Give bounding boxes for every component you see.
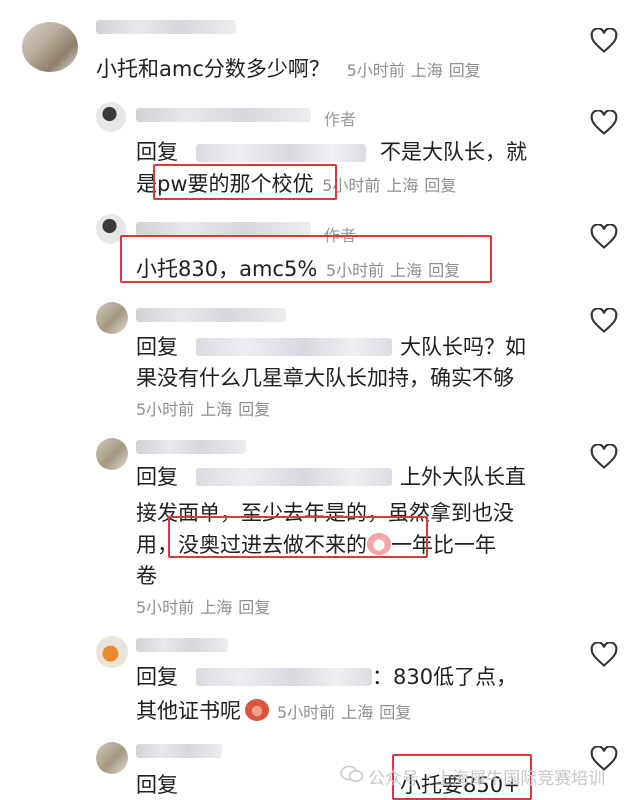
highlight-box (168, 516, 428, 558)
avatar[interactable] (96, 438, 128, 470)
author-badge: 作者 (324, 110, 357, 129)
reply-button[interactable]: 回复 (449, 61, 481, 80)
angry-emoji-icon (245, 699, 269, 721)
comment-body-line2: 果没有什么几星章大队长加持，确实不够 (136, 366, 514, 390)
reply-button[interactable]: 回复 (379, 703, 411, 722)
highlight-box (153, 164, 337, 200)
wechat-icon (340, 765, 364, 782)
reply-prefix: 回复 (136, 140, 178, 164)
comment-body: ：830低了点， (372, 665, 518, 689)
watermark-text: 公众号 · 上海犀牛国际竞赛培训 (368, 769, 606, 789)
comment-time: 5小时前 (136, 400, 195, 419)
comment-time: 5小时前 (277, 703, 336, 722)
comment-time: 5小时前 (136, 598, 195, 617)
reply-target-blurred[interactable] (196, 468, 392, 486)
highlight-box (120, 235, 492, 283)
reply-target-blurred[interactable] (196, 668, 372, 686)
comment-body-line4: 卷 (136, 564, 157, 588)
comment-time: 5小时前 (346, 61, 405, 80)
username-blurred[interactable] (136, 638, 228, 652)
username-blurred[interactable] (136, 744, 222, 758)
username-blurred[interactable] (136, 440, 246, 454)
reply-button[interactable]: 回复 (238, 598, 270, 617)
comment-location: 上海 (341, 703, 374, 722)
heart-outline-icon[interactable] (590, 444, 618, 470)
username-blurred[interactable] (136, 222, 311, 236)
reply-prefix: 回复 (136, 665, 178, 689)
comment-body: 不是大队长，就 (380, 140, 527, 164)
avatar[interactable] (22, 22, 78, 72)
reply-button[interactable]: 回复 (424, 176, 456, 195)
reply-button[interactable]: 回复 (238, 400, 270, 419)
heart-outline-icon[interactable] (590, 224, 618, 250)
reply-line: 回复 (136, 137, 178, 167)
comment-body-line2: 其他证书呢 5小时前 上海 回复 (136, 696, 417, 728)
comment-body: 大队长吗？如 (400, 335, 526, 359)
comment-body: 小托和amc分数多少啊？ (96, 57, 330, 81)
heart-outline-icon[interactable] (590, 28, 618, 54)
comment-location: 上海 (410, 61, 443, 80)
heart-outline-icon[interactable] (590, 642, 618, 668)
comment-meta: 5小时前 上海 回复 (136, 396, 276, 420)
comment-location: 上海 (200, 400, 233, 419)
avatar[interactable] (96, 742, 128, 774)
avatar[interactable] (96, 302, 128, 334)
avatar[interactable] (96, 102, 126, 132)
reply-prefix: 回复 (136, 465, 178, 489)
comment-location: 上海 (386, 176, 419, 195)
reply-target-blurred[interactable] (196, 338, 392, 356)
heart-outline-icon[interactable] (590, 110, 618, 136)
comment-meta: 5小时前 上海 回复 (136, 594, 276, 618)
username-blurred[interactable] (96, 20, 236, 34)
comment-body: 上外大队长直 (400, 465, 526, 489)
comment-text: 小托和amc分数多少啊？ 5小时前 上海 回复 (96, 54, 487, 86)
username-blurred[interactable] (136, 308, 286, 322)
text-segment: 其他证书呢 (136, 699, 241, 723)
comment-location: 上海 (200, 598, 233, 617)
avatar[interactable] (96, 636, 128, 668)
heart-outline-icon[interactable] (590, 308, 618, 334)
reply-prefix: 回复 (136, 335, 178, 359)
reply-target-blurred[interactable] (196, 144, 366, 162)
username-blurred[interactable] (136, 108, 311, 122)
reply-prefix: 回复 (136, 773, 178, 797)
